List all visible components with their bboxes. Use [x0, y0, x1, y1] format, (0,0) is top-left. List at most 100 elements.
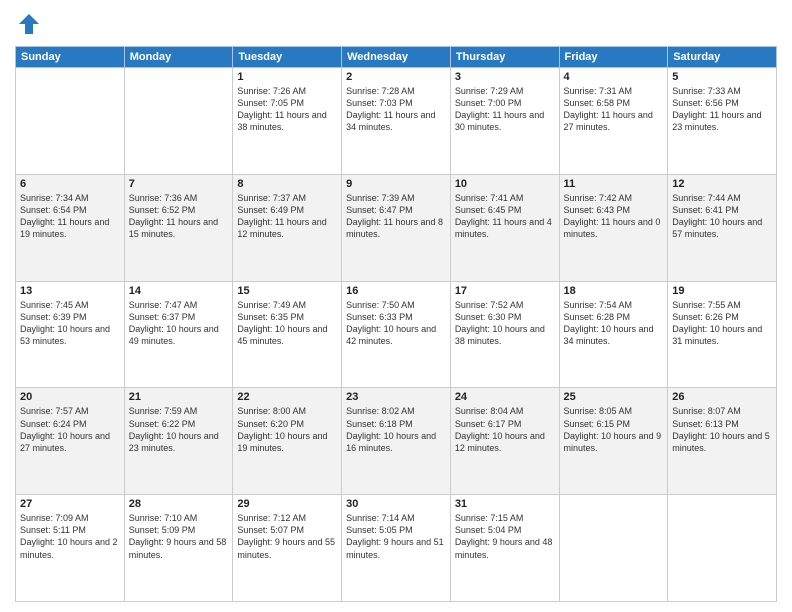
calendar-cell: 5 Sunrise: 7:33 AMSunset: 6:56 PMDaylight… [668, 68, 777, 175]
cell-info: Sunrise: 7:29 AMSunset: 7:00 PMDaylight:… [455, 85, 555, 134]
day-number: 17 [455, 285, 555, 297]
day-number: 10 [455, 178, 555, 190]
calendar-cell: 15 Sunrise: 7:49 AMSunset: 6:35 PMDayligh… [233, 281, 342, 388]
cell-info: Sunrise: 7:57 AMSunset: 6:24 PMDaylight:… [20, 405, 120, 454]
weekday-header-sunday: Sunday [16, 47, 125, 68]
day-number: 18 [564, 285, 664, 297]
calendar-cell: 4Sunrise: 7:31 AMSunset: 6:58 PMDaylight… [559, 68, 668, 175]
calendar-cell: 1Sunrise: 7:26 AMSunset: 7:05 PMDaylight… [233, 68, 342, 175]
cell-info: Sunrise: 7:28 AMSunset: 7:03 PMDaylight:… [346, 85, 446, 134]
calendar-cell: 25 Sunrise: 8:05 AMSunset: 6:15 PMDayligh… [559, 388, 668, 495]
logo [15, 10, 47, 38]
calendar-cell: 26 Sunrise: 8:07 AMSunset: 6:13 PMDayligh… [668, 388, 777, 495]
calendar-cell: 9 Sunrise: 7:39 AMSunset: 6:47 PMDaylight… [342, 174, 451, 281]
calendar-cell: 10Sunrise: 7:41 AMSunset: 6:45 PMDayligh… [450, 174, 559, 281]
calendar-cell: 27 Sunrise: 7:09 AMSunset: 5:11 PMDayligh… [16, 495, 125, 602]
calendar-cell [16, 68, 125, 175]
day-number: 3 [455, 71, 555, 83]
day-number: 11 [564, 178, 664, 190]
cell-info: Sunrise: 7:37 AMSunset: 6:49 PMDaylight:… [237, 192, 337, 241]
day-number: 28 [129, 498, 229, 510]
cell-info: Sunrise: 7:59 AMSunset: 6:22 PMDaylight:… [129, 405, 229, 454]
calendar-cell: 6 Sunrise: 7:34 AMSunset: 6:54 PMDaylight… [16, 174, 125, 281]
day-number: 20 [20, 391, 120, 403]
calendar-cell: 29 Sunrise: 7:12 AMSunset: 5:07 PMDayligh… [233, 495, 342, 602]
cell-info: Sunrise: 7:44 AMSunset: 6:41 PMDaylight:… [672, 192, 772, 241]
day-number: 12 [672, 178, 772, 190]
calendar-cell: 14Sunrise: 7:47 AMSunset: 6:37 PMDayligh… [124, 281, 233, 388]
calendar-cell: 11 Sunrise: 7:42 AMSunset: 6:43 PMDayligh… [559, 174, 668, 281]
calendar-cell: 24 Sunrise: 8:04 AMSunset: 6:17 PMDayligh… [450, 388, 559, 495]
calendar-cell: 28 Sunrise: 7:10 AMSunset: 5:09 PMDayligh… [124, 495, 233, 602]
cell-info: Sunrise: 7:12 AMSunset: 5:07 PMDaylight:… [237, 512, 337, 561]
weekday-header-row: SundayMondayTuesdayWednesdayThursdayFrid… [16, 47, 777, 68]
cell-info: Sunrise: 7:36 AMSunset: 6:52 PMDaylight:… [129, 192, 229, 241]
cell-info: Sunrise: 7:31 AMSunset: 6:58 PMDaylight:… [564, 85, 664, 134]
day-number: 16 [346, 285, 446, 297]
cell-info: Sunrise: 8:05 AMSunset: 6:15 PMDaylight:… [564, 405, 664, 454]
day-number: 29 [237, 498, 337, 510]
cell-info: Sunrise: 8:02 AMSunset: 6:18 PMDaylight:… [346, 405, 446, 454]
weekday-header-monday: Monday [124, 47, 233, 68]
day-number: 2 [346, 71, 446, 83]
weekday-header-tuesday: Tuesday [233, 47, 342, 68]
day-number: 25 [564, 391, 664, 403]
calendar-cell: 13Sunrise: 7:45 AMSunset: 6:39 PMDayligh… [16, 281, 125, 388]
weekday-header-wednesday: Wednesday [342, 47, 451, 68]
calendar-cell: 21 Sunrise: 7:59 AMSunset: 6:22 PMDayligh… [124, 388, 233, 495]
logo-icon [15, 10, 43, 38]
day-number: 15 [237, 285, 337, 297]
cell-info: Sunrise: 7:15 AMSunset: 5:04 PMDaylight:… [455, 512, 555, 561]
cell-info: Sunrise: 7:49 AMSunset: 6:35 PMDaylight:… [237, 299, 337, 348]
day-number: 30 [346, 498, 446, 510]
day-number: 19 [672, 285, 772, 297]
day-number: 27 [20, 498, 120, 510]
day-number: 7 [129, 178, 229, 190]
cell-info: Sunrise: 7:52 AMSunset: 6:30 PMDaylight:… [455, 299, 555, 348]
calendar-cell: 19 Sunrise: 7:55 AMSunset: 6:26 PMDayligh… [668, 281, 777, 388]
calendar-cell: 20 Sunrise: 7:57 AMSunset: 6:24 PMDayligh… [16, 388, 125, 495]
calendar-cell: 17 Sunrise: 7:52 AMSunset: 6:30 PMDayligh… [450, 281, 559, 388]
cell-info: Sunrise: 7:54 AMSunset: 6:28 PMDaylight:… [564, 299, 664, 348]
cell-info: Sunrise: 7:33 AMSunset: 6:56 PMDaylight:… [672, 85, 772, 134]
week-row-1: 1Sunrise: 7:26 AMSunset: 7:05 PMDaylight… [16, 68, 777, 175]
cell-info: Sunrise: 7:39 AMSunset: 6:47 PMDaylight:… [346, 192, 446, 241]
cell-info: Sunrise: 8:04 AMSunset: 6:17 PMDaylight:… [455, 405, 555, 454]
cell-info: Sunrise: 7:55 AMSunset: 6:26 PMDaylight:… [672, 299, 772, 348]
cell-info: Sunrise: 7:26 AMSunset: 7:05 PMDaylight:… [237, 85, 337, 134]
calendar-cell [124, 68, 233, 175]
cell-info: Sunrise: 7:09 AMSunset: 5:11 PMDaylight:… [20, 512, 120, 561]
cell-info: Sunrise: 7:42 AMSunset: 6:43 PMDaylight:… [564, 192, 664, 241]
weekday-header-friday: Friday [559, 47, 668, 68]
calendar-table: SundayMondayTuesdayWednesdayThursdayFrid… [15, 46, 777, 602]
cell-info: Sunrise: 7:14 AMSunset: 5:05 PMDaylight:… [346, 512, 446, 561]
day-number: 31 [455, 498, 555, 510]
day-number: 9 [346, 178, 446, 190]
cell-info: Sunrise: 8:07 AMSunset: 6:13 PMDaylight:… [672, 405, 772, 454]
day-number: 14 [129, 285, 229, 297]
week-row-2: 6 Sunrise: 7:34 AMSunset: 6:54 PMDaylight… [16, 174, 777, 281]
week-row-3: 13Sunrise: 7:45 AMSunset: 6:39 PMDayligh… [16, 281, 777, 388]
page: SundayMondayTuesdayWednesdayThursdayFrid… [0, 0, 792, 612]
day-number: 24 [455, 391, 555, 403]
day-number: 23 [346, 391, 446, 403]
calendar-cell: 30 Sunrise: 7:14 AMSunset: 5:05 PMDayligh… [342, 495, 451, 602]
day-number: 6 [20, 178, 120, 190]
day-number: 5 [672, 71, 772, 83]
cell-info: Sunrise: 7:10 AMSunset: 5:09 PMDaylight:… [129, 512, 229, 561]
calendar-cell [668, 495, 777, 602]
calendar-cell: 23 Sunrise: 8:02 AMSunset: 6:18 PMDayligh… [342, 388, 451, 495]
weekday-header-thursday: Thursday [450, 47, 559, 68]
calendar-cell: 31 Sunrise: 7:15 AMSunset: 5:04 PMDayligh… [450, 495, 559, 602]
calendar-cell [559, 495, 668, 602]
calendar-cell: 8Sunrise: 7:37 AMSunset: 6:49 PMDaylight… [233, 174, 342, 281]
cell-info: Sunrise: 7:34 AMSunset: 6:54 PMDaylight:… [20, 192, 120, 241]
day-number: 21 [129, 391, 229, 403]
calendar-cell: 7 Sunrise: 7:36 AMSunset: 6:52 PMDaylight… [124, 174, 233, 281]
cell-info: Sunrise: 8:00 AMSunset: 6:20 PMDaylight:… [237, 405, 337, 454]
week-row-5: 27 Sunrise: 7:09 AMSunset: 5:11 PMDayligh… [16, 495, 777, 602]
day-number: 26 [672, 391, 772, 403]
calendar-cell: 3 Sunrise: 7:29 AMSunset: 7:00 PMDaylight… [450, 68, 559, 175]
calendar-cell: 2 Sunrise: 7:28 AMSunset: 7:03 PMDaylight… [342, 68, 451, 175]
calendar-cell: 22Sunrise: 8:00 AMSunset: 6:20 PMDayligh… [233, 388, 342, 495]
